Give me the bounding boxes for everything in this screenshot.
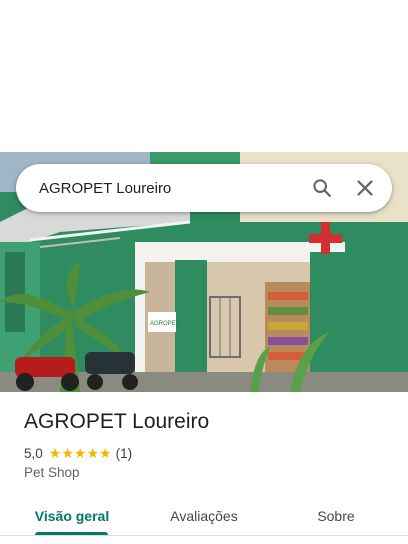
tab-reviews[interactable]: Avaliações xyxy=(158,496,250,536)
close-icon xyxy=(357,180,373,196)
tab-bar: Visão geral Avaliações Sobre xyxy=(0,496,408,536)
place-category[interactable]: Pet Shop xyxy=(24,465,80,480)
clear-search-button[interactable] xyxy=(342,164,388,212)
star-icon: ★ xyxy=(86,445,100,461)
search-button[interactable] xyxy=(302,164,342,212)
storefront-sign-text: AGROPET xyxy=(150,321,180,327)
tab-about[interactable]: Sobre xyxy=(300,496,372,536)
star-icon: ★ xyxy=(48,445,62,461)
star-icon: ★ xyxy=(99,445,112,461)
rating-stars: ★ ★ ★ ★ ★ xyxy=(49,446,112,460)
place-title: AGROPET Loureiro xyxy=(24,410,210,433)
tabs-divider xyxy=(0,535,408,536)
tab-overview[interactable]: Visão geral xyxy=(28,496,116,536)
search-bar[interactable]: AGROPET Loureiro xyxy=(16,164,392,212)
search-icon xyxy=(313,179,331,197)
star-icon: ★ xyxy=(73,445,87,461)
review-count[interactable]: (1) xyxy=(116,446,133,461)
search-input[interactable]: AGROPET Loureiro xyxy=(16,180,302,197)
rating-row[interactable]: 5,0 ★ ★ ★ ★ ★ (1) xyxy=(24,444,132,462)
star-icon: ★ xyxy=(61,445,74,461)
rating-value: 5,0 xyxy=(24,445,43,461)
